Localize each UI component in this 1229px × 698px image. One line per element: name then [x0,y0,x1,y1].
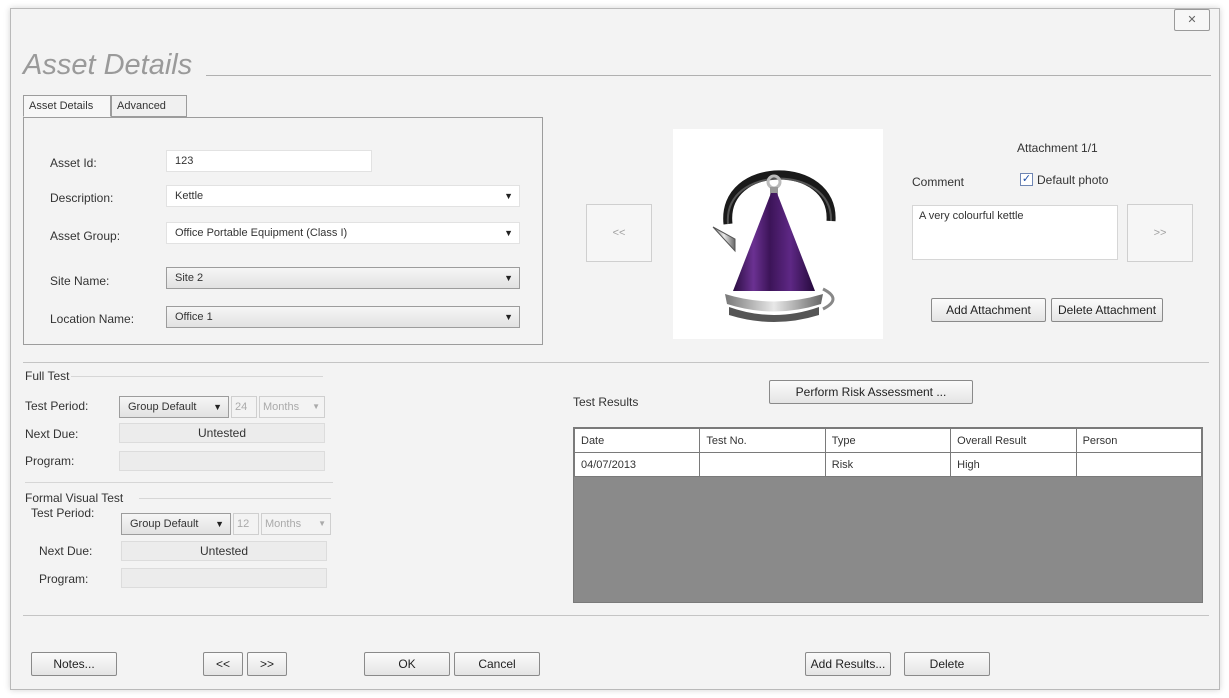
asset-photo [673,129,883,339]
prev-attachment-button[interactable]: << [586,204,652,262]
asset-group-value: Office Portable Equipment (Class I) [175,227,348,239]
column-person[interactable]: Person [1075,428,1203,453]
location-name-value: Office 1 [175,311,213,323]
group-separator [25,482,333,483]
add-results-button[interactable]: Add Results... [805,652,891,676]
comment-label: Comment [912,175,965,189]
default-photo-checkbox[interactable]: ✓ [1020,173,1033,186]
visual-test-next-due-label: Next Due: [39,544,93,558]
chevron-down-icon: ▼ [504,273,513,283]
cell-person [1075,452,1203,477]
footer-divider [23,615,1209,616]
chevron-down-icon: ▼ [504,228,513,238]
close-button[interactable]: ✕ [1174,9,1210,31]
attachment-counter: Attachment 1/1 [1017,141,1098,155]
section-divider [23,362,1209,363]
visual-test-next-due-value: Untested [121,541,327,561]
full-test-title: Full Test [25,369,70,383]
cell-overall-result: High [950,452,1077,477]
full-test-program-value [119,451,325,471]
test-results-grid: Date Test No. Type Overall Result Person… [573,427,1203,603]
asset-id-label: Asset Id: [50,156,97,170]
column-date[interactable]: Date [573,428,701,453]
location-name-label: Location Name: [50,312,135,326]
tab-advanced[interactable]: Advanced [111,95,187,117]
next-attachment-button[interactable]: >> [1127,204,1193,262]
description-label: Description: [50,191,114,205]
full-test-program-label: Program: [25,454,75,468]
full-test-period-unit[interactable]: Months ▼ [259,396,325,418]
cell-date: 04/07/2013 [573,452,701,477]
full-test-next-due-value: Untested [119,423,325,443]
test-results-label: Test Results [573,395,639,409]
column-overall-result[interactable]: Overall Result [950,428,1077,453]
delete-button[interactable]: Delete [904,652,990,676]
description-value: Kettle [175,190,204,202]
column-test-no[interactable]: Test No. [699,428,826,453]
table-row[interactable]: 04/07/2013 Risk High [573,452,1203,477]
page-title: Asset Details [23,49,193,81]
visual-test-period-value[interactable]: 12 [233,513,259,535]
full-test-period-mode[interactable]: Group Default ▼ [119,396,229,418]
location-name-combo[interactable]: Office 1 ▼ [166,306,520,328]
site-name-combo[interactable]: Site 2 ▼ [166,267,520,289]
column-type[interactable]: Type [824,428,952,453]
chevron-down-icon: ▼ [213,402,222,412]
asset-group-combo[interactable]: Office Portable Equipment (Class I) ▼ [166,222,520,244]
perform-risk-assessment-button[interactable]: Perform Risk Assessment ... [769,380,973,404]
table-header-row: Date Test No. Type Overall Result Person [573,428,1203,453]
chevron-down-icon: ▼ [504,191,513,201]
cell-test-no [699,452,826,477]
full-test-period-label: Test Period: [25,399,89,413]
kettle-image [712,170,836,322]
asset-id-input[interactable]: 123 [166,150,372,172]
site-name-label: Site Name: [50,274,110,288]
asset-group-label: Asset Group: [50,229,121,243]
visual-test-title: Formal Visual Test [25,491,124,505]
full-test-rule [71,376,323,377]
full-test-period-value[interactable]: 24 [231,396,257,418]
next-record-button[interactable]: >> [247,652,287,676]
visual-test-program-label: Program: [39,572,89,586]
full-test-next-due-label: Next Due: [25,427,79,441]
visual-test-period-unit[interactable]: Months ▼ [261,513,331,535]
chevron-down-icon: ▼ [312,402,320,411]
delete-attachment-button[interactable]: Delete Attachment [1051,298,1163,322]
full-test-period-mode-value: Group Default [128,401,197,413]
test-results-table: Date Test No. Type Overall Result Person… [573,428,1203,477]
default-photo-label: Default photo [1037,173,1109,187]
visual-test-period-mode-value: Group Default [130,518,199,530]
visual-test-program-value [121,568,327,588]
tab-asset-details[interactable]: Asset Details [23,95,111,117]
visual-test-period-unit-value: Months [265,518,302,530]
comment-textarea[interactable]: A very colourful kettle [912,205,1118,260]
site-name-value: Site 2 [175,272,204,284]
asset-details-window: ✕ Asset Details Asset Details Advanced A… [10,8,1220,690]
full-test-period-unit-value: Months [263,401,300,413]
prev-record-button[interactable]: << [203,652,243,676]
visual-test-rule [139,498,331,499]
title-divider [206,75,1211,76]
add-attachment-button[interactable]: Add Attachment [931,298,1046,322]
check-icon: ✓ [1021,173,1032,185]
cancel-button[interactable]: Cancel [454,652,540,676]
close-icon: ✕ [1187,14,1197,26]
chevron-down-icon: ▼ [504,312,513,322]
notes-button[interactable]: Notes... [31,652,117,676]
chevron-down-icon: ▼ [215,519,224,529]
visual-test-period-label: Test Period: [31,506,95,520]
chevron-down-icon: ▼ [318,519,326,528]
visual-test-period-mode[interactable]: Group Default ▼ [121,513,231,535]
ok-button[interactable]: OK [364,652,450,676]
asset-details-panel: Asset Id: 123 Description: Kettle ▼ Asse… [23,117,543,345]
cell-type: Risk [824,452,952,477]
description-combo[interactable]: Kettle ▼ [166,185,520,207]
